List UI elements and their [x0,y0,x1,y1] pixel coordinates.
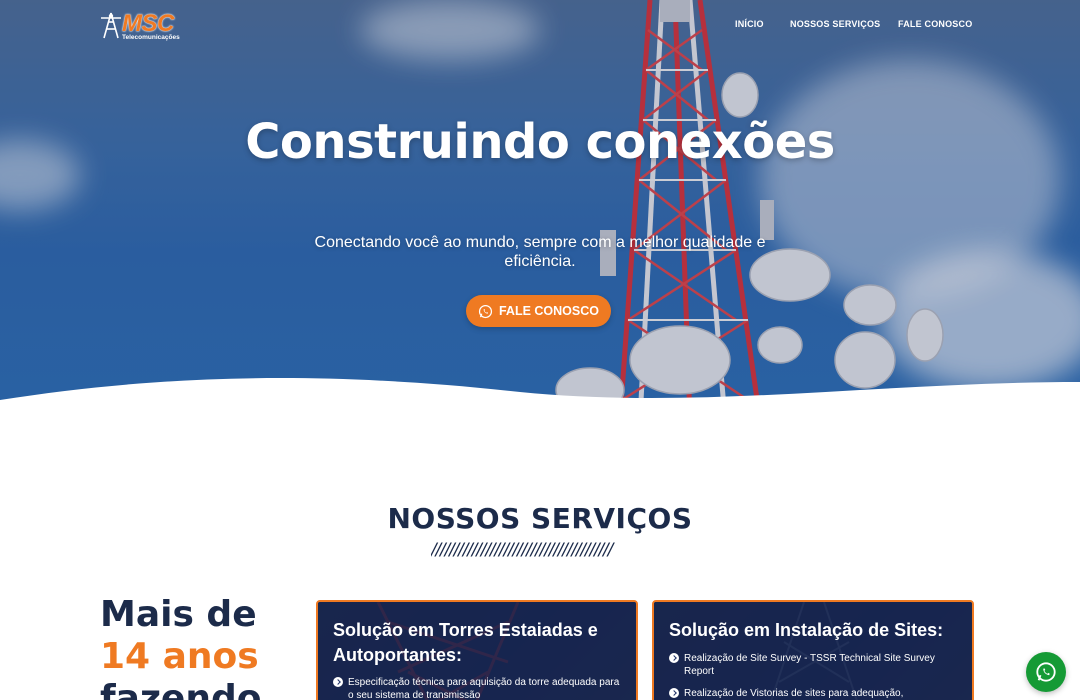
nav-link-nossos-servicos[interactable]: NOSSOS SERVIÇOS [790,19,880,29]
card-list: Realização de Site Survey - TSSR Technic… [669,652,960,700]
list-item: Especificação técnica para aquisição da … [333,676,624,700]
hero-title: Construindo conexões [245,114,835,170]
chevron-circle-icon [333,677,343,687]
hero-wave-divider [0,378,1080,420]
nav-link-fale-conosco[interactable]: FALE CONOSCO [898,19,972,29]
experience-heading: Mais de 14 anos fazendo [100,594,310,700]
services-title: NOSSOS SERVIÇOS [387,502,693,535]
chevron-circle-icon [669,688,679,698]
hero-section [0,0,1080,420]
experience-prefix: Mais de [100,594,257,635]
list-item-text: Realização de Vistorias de sites para ad… [684,688,904,699]
hero-subtitle: Conectando você ao mundo, sempre com a m… [314,234,766,270]
whatsapp-icon [478,304,493,318]
brand-tagline: Telecomunicações [122,34,180,41]
tower-worker-logo-icon [101,12,121,39]
nav-link-inicio[interactable]: INÍCIO [735,19,764,29]
service-card-instalacao[interactable]: Solução em Instalação de Sites: Realizaç… [652,600,974,700]
card-title: Solução em Instalação de Sites: [669,620,944,640]
list-item: Realização de Vistorias de sites para ad… [669,687,960,700]
chevron-circle-icon [669,653,679,663]
whatsapp-icon [1036,662,1056,682]
service-card-torres[interactable]: Solução em Torres Estaiadas e Autoportan… [316,600,638,700]
fale-conosco-button[interactable]: FALE CONOSCO [466,295,611,327]
cta-label: FALE CONOSCO [498,304,599,318]
card-list: Especificação técnica para aquisição da … [333,676,624,700]
list-item: Realização de Site Survey - TSSR Technic… [669,652,960,678]
card-title: Solução em Torres Estaiadas e Autoportan… [333,620,598,665]
top-navbar: MSC Telecomunicações INÍCIO NOSSOS SERVI… [0,0,1080,48]
title-divider: //////////////////////////////////////// [431,541,613,559]
experience-suffix: fazendo [100,678,262,700]
whatsapp-floating-button[interactable] [1026,652,1066,692]
list-item-text: Especificação técnica para aquisição da … [348,677,620,700]
brand-logo[interactable]: MSC Telecomunicações [100,10,186,43]
hero-overlay [0,0,1080,420]
experience-years: 14 anos [100,636,259,677]
list-item-text: Realização de Site Survey - TSSR Technic… [684,653,935,677]
